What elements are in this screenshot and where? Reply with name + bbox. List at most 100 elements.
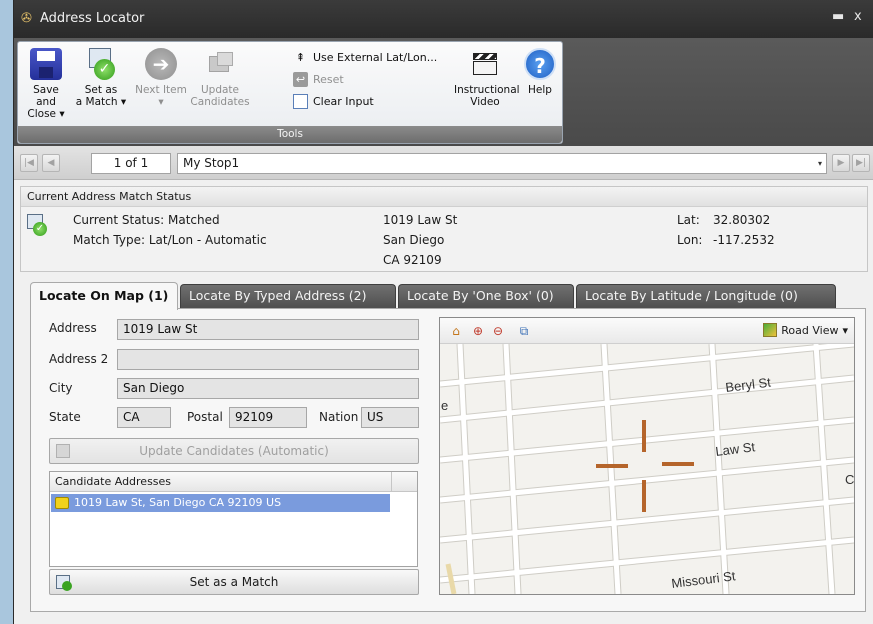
instructional-video-label-1: Instructional <box>454 84 520 96</box>
title-bar: ✇ Address Locator ▬ x <box>14 0 873 38</box>
record-pager: 1 of 1 <box>91 153 171 174</box>
app-icon: ✇ <box>21 11 32 26</box>
map-toolbar: ⌂ ⊕ ⊖ ⧉ Road View ▾ <box>440 318 854 344</box>
match-type-text: Match Type: Lat/Lon - Automatic <box>73 233 267 247</box>
edge-label-left: e <box>441 398 448 413</box>
edge-label-right: C <box>845 472 854 487</box>
tab-locate-by-typed-address[interactable]: Locate By Typed Address (2) <box>180 284 396 308</box>
address-label: Address <box>49 321 97 335</box>
status-address-line1: 1019 Law St <box>383 213 458 227</box>
chevron-down-icon: ▾ <box>817 159 822 168</box>
set-as-match-label-1: Set as <box>84 84 118 96</box>
nation-field[interactable]: US <box>361 407 419 428</box>
header-column-divider <box>391 472 417 491</box>
status-address-line3: CA 92109 <box>383 253 442 267</box>
zoom-out-icon[interactable]: ⊖ <box>490 323 506 339</box>
next-record-button[interactable]: ▶ <box>832 154 850 172</box>
window-title: Address Locator <box>40 11 145 26</box>
home-icon[interactable]: ⌂ <box>448 323 464 339</box>
use-external-latlon-button[interactable]: ⇞ Use External Lat/Lon... <box>293 48 437 66</box>
crosshair-left <box>596 464 628 468</box>
help-label: Help <box>528 84 552 96</box>
update-candidates-small-icon <box>56 444 70 458</box>
locate-on-map-panel: Address 1019 Law St Address 2 City San D… <box>30 308 866 612</box>
address2-label: Address 2 <box>49 352 109 366</box>
current-status-text: Current Status: Matched <box>73 213 220 227</box>
match-icon: ✓ <box>85 48 117 80</box>
set-as-match-button-label: Set as a Match <box>189 575 279 589</box>
candidate-addresses-header: Candidate Addresses <box>50 472 417 492</box>
stop-name: My Stop1 <box>183 156 240 170</box>
minimize-button[interactable]: ▬ <box>832 9 844 24</box>
help-button[interactable]: ? Help <box>520 48 560 96</box>
reset-icon: ↩ <box>293 71 308 87</box>
road-view-label: Road View <box>781 323 839 337</box>
clear-input-button[interactable]: Clear Input <box>293 92 374 110</box>
city-field[interactable]: San Diego <box>117 378 419 399</box>
zoom-in-icon[interactable]: ⊕ <box>470 323 486 339</box>
lat-value: 32.80302 <box>713 213 771 227</box>
last-record-button[interactable]: ▶| <box>852 154 870 172</box>
set-as-match-button-bottom[interactable]: Set as a Match <box>49 569 419 595</box>
tab-locate-by-one-box[interactable]: Locate By 'One Box' (0) <box>398 284 574 308</box>
lon-label: Lon: <box>677 233 703 247</box>
lon-value: -117.2532 <box>713 233 775 247</box>
road-map-icon <box>763 323 778 337</box>
status-address-line2: San Diego <box>383 233 445 247</box>
tools-ribbon-group: Save and Close ▾ ✓ Set as a Match ▾ ➔ Ne… <box>17 41 563 144</box>
save-and-close-label-2: Close ▾ <box>27 108 65 120</box>
address-field[interactable]: 1019 Law St <box>117 319 419 340</box>
instructional-video-label-2: Video <box>470 96 500 108</box>
update-candidates-label-2: Candidates <box>190 96 250 108</box>
postal-field[interactable]: 92109 <box>229 407 307 428</box>
address-locator-window: ✇ Address Locator ▬ x Save and Close ▾ ✓… <box>13 0 873 624</box>
matched-status-icon: ✓ <box>27 214 49 236</box>
update-candidates-button-label: Update Candidates (Automatic) <box>139 444 329 458</box>
ribbon-area: Save and Close ▾ ✓ Set as a Match ▾ ➔ Ne… <box>14 38 873 146</box>
external-latlon-icon: ⇞ <box>295 50 306 64</box>
crosshair-right <box>662 462 694 466</box>
save-and-close-button[interactable]: Save and Close ▾ <box>22 48 70 120</box>
update-candidates-icon <box>204 48 236 80</box>
update-candidates-ribbon-button[interactable]: Update Candidates <box>190 48 250 108</box>
locate-tabstrip: Locate On Map (1) Locate By Typed Addres… <box>20 282 868 310</box>
map-view[interactable]: ⌂ ⊕ ⊖ ⧉ Road View ▾ Beryl St Law St Miss… <box>439 317 855 595</box>
update-candidates-label-1: Update <box>200 84 240 96</box>
nation-label: Nation <box>319 410 359 424</box>
next-item-label-1: Next Item <box>135 84 187 96</box>
crosshair-top <box>642 420 646 452</box>
use-external-latlon-label: Use External Lat/Lon... <box>313 50 438 64</box>
reset-button[interactable]: ↩ Reset <box>293 70 344 88</box>
candidate-address-text: 1019 Law St, San Diego CA 92109 US <box>74 496 282 509</box>
city-label: City <box>49 381 73 395</box>
close-button[interactable]: x <box>854 9 862 24</box>
chevron-down-icon: ▾ <box>842 323 848 337</box>
tab-locate-by-lat-lon[interactable]: Locate By Latitude / Longitude (0) <box>576 284 836 308</box>
next-item-label-2: ▾ <box>158 96 164 108</box>
candidate-addresses-header-label: Candidate Addresses <box>55 475 172 488</box>
previous-record-button[interactable]: ◀ <box>42 154 60 172</box>
match-small-icon <box>56 575 72 591</box>
match-status-panel: Current Address Match Status ✓ Current S… <box>20 186 868 272</box>
set-as-match-label-2: a Match ▾ <box>75 96 127 108</box>
clear-input-icon <box>293 93 308 109</box>
pushpin-icon <box>55 497 69 509</box>
next-item-button[interactable]: ➔ Next Item ▾ <box>134 48 188 108</box>
set-as-match-button[interactable]: ✓ Set as a Match ▾ <box>74 48 128 108</box>
clapperboard-icon <box>469 48 501 80</box>
candidate-addresses-list: Candidate Addresses 1019 Law St, San Die… <box>49 471 418 567</box>
lat-label: Lat: <box>677 213 700 227</box>
road-view-dropdown[interactable]: Road View ▾ <box>763 323 848 337</box>
save-icon <box>30 48 62 80</box>
update-candidates-button[interactable]: Update Candidates (Automatic) <box>49 438 419 464</box>
copy-icon[interactable]: ⧉ <box>516 323 532 339</box>
candidate-row[interactable]: 1019 Law St, San Diego CA 92109 US <box>51 494 390 512</box>
clear-input-label: Clear Input <box>313 94 374 108</box>
first-record-button[interactable]: |◀ <box>20 154 38 172</box>
tab-locate-on-map[interactable]: Locate On Map (1) <box>30 282 178 310</box>
instructional-video-button[interactable]: Instructional Video <box>454 48 520 108</box>
stop-selector[interactable]: My Stop1 ▾ <box>177 153 827 174</box>
record-navigator: |◀ ◀ 1 of 1 My Stop1 ▾ ▶ ▶| <box>14 146 873 180</box>
address2-field[interactable] <box>117 349 419 370</box>
state-field[interactable]: CA <box>117 407 171 428</box>
